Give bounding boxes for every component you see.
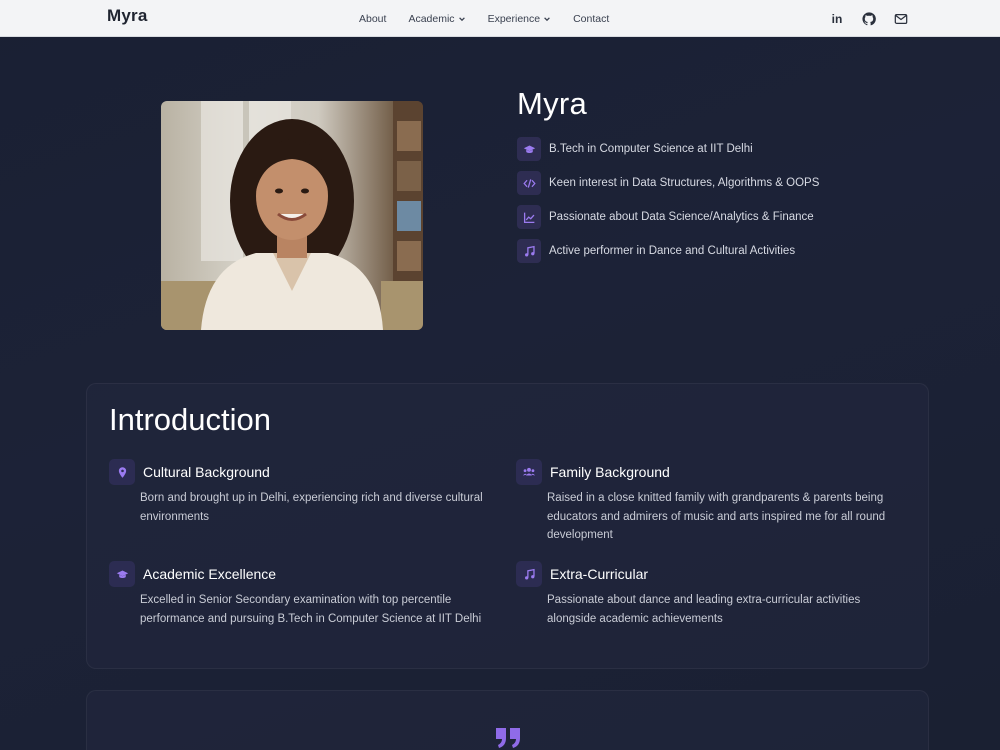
highlight-text: Keen interest in Data Structures, Algori… bbox=[549, 177, 820, 189]
nav-item-experience[interactable]: Experience bbox=[488, 13, 552, 25]
nav-item-label: Academic bbox=[408, 12, 455, 25]
highlight-text: B.Tech in Computer Science at IIT Delhi bbox=[549, 143, 753, 155]
chart-line-icon bbox=[517, 205, 541, 229]
feature-body: Excelled in Senior Secondary examination… bbox=[140, 594, 482, 625]
quote-icon bbox=[496, 728, 520, 748]
feature-body: Born and brought up in Delhi, experienci… bbox=[140, 492, 483, 523]
feature-body: Raised in a close knitted family with gr… bbox=[547, 492, 886, 541]
nav-item-label: About bbox=[359, 12, 387, 25]
feature-body: Passionate about dance and leading extra… bbox=[547, 594, 861, 625]
github-icon[interactable] bbox=[862, 11, 876, 26]
feature-cultural-background: Cultural Background Born and brought up … bbox=[109, 459, 489, 526]
mail-icon[interactable] bbox=[894, 12, 908, 26]
hero-highlights: B.Tech in Computer Science at IIT Delhi … bbox=[517, 137, 937, 273]
list-item: Keen interest in Data Structures, Algori… bbox=[517, 171, 937, 195]
top-navbar: Myra About Academic Experience Contact i… bbox=[0, 0, 1000, 37]
social-links: in bbox=[830, 0, 908, 37]
list-item: B.Tech in Computer Science at IIT Delhi bbox=[517, 137, 937, 161]
nav-item-academic[interactable]: Academic bbox=[408, 13, 465, 25]
code-icon bbox=[517, 171, 541, 195]
users-icon bbox=[516, 459, 542, 485]
feature-academic-excellence: Academic Excellence Excelled in Senior S… bbox=[109, 561, 489, 628]
graduation-cap-icon bbox=[109, 561, 135, 587]
hero-name: Myra bbox=[517, 86, 588, 121]
feature-title: Extra-Curricular bbox=[550, 566, 649, 582]
portrait-photo bbox=[161, 101, 423, 330]
list-item: Active performer in Dance and Cultural A… bbox=[517, 239, 937, 263]
music-note-icon bbox=[516, 561, 542, 587]
feature-title: Cultural Background bbox=[143, 464, 270, 480]
section-title: Introduction bbox=[109, 402, 271, 437]
nav-item-label: Contact bbox=[573, 12, 610, 25]
linkedin-icon[interactable]: in bbox=[830, 12, 844, 26]
nav-menu: About Academic Experience Contact bbox=[359, 0, 631, 37]
list-item: Passionate about Data Science/Analytics … bbox=[517, 205, 937, 229]
highlight-text: Passionate about Data Science/Analytics … bbox=[549, 211, 814, 223]
chevron-down-icon bbox=[544, 16, 550, 21]
nav-item-contact[interactable]: Contact bbox=[573, 13, 609, 25]
feature-title: Academic Excellence bbox=[143, 566, 277, 582]
brand-logo[interactable]: Myra bbox=[107, 6, 148, 26]
highlight-text: Active performer in Dance and Cultural A… bbox=[549, 245, 796, 257]
music-note-icon bbox=[517, 239, 541, 263]
nav-item-label: Experience bbox=[487, 12, 541, 25]
feature-extra-curricular: Extra-Curricular Passionate about dance … bbox=[516, 561, 896, 628]
graduation-cap-icon bbox=[517, 137, 541, 161]
chevron-down-icon bbox=[458, 16, 465, 21]
introduction-card: Introduction Cultural Background Born an… bbox=[86, 383, 929, 669]
feature-family-background: Family Background Raised in a close knit… bbox=[516, 459, 896, 545]
profile-photo bbox=[161, 101, 423, 330]
feature-title: Family Background bbox=[550, 464, 670, 480]
location-pin-icon bbox=[109, 459, 135, 485]
nav-item-about[interactable]: About bbox=[359, 13, 386, 25]
